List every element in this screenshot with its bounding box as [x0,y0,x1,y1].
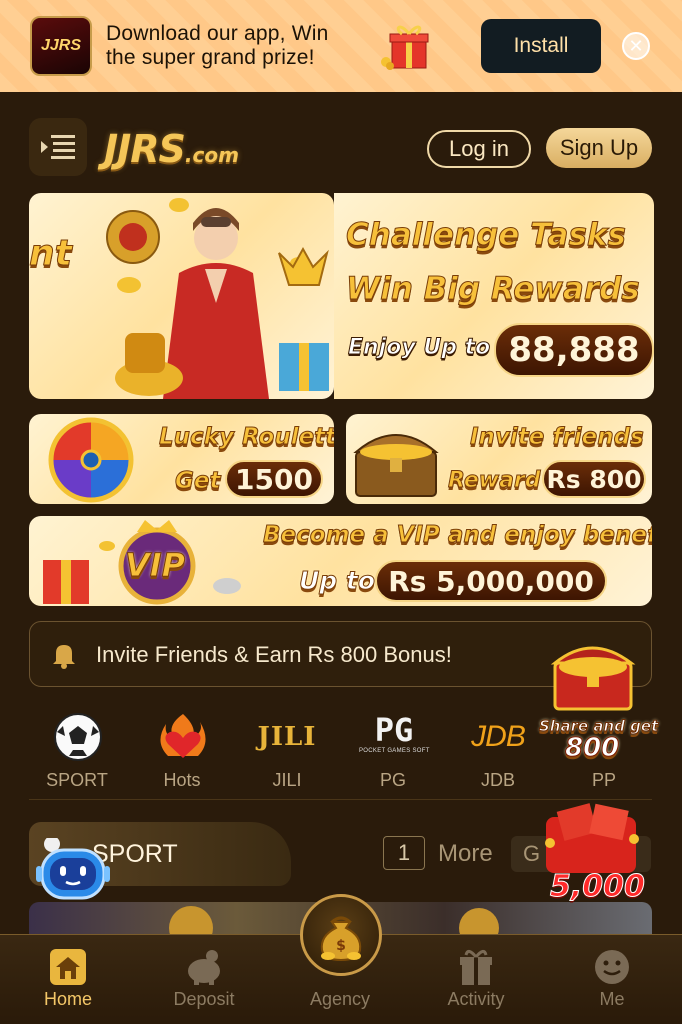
money-bag-icon: $ [320,916,362,962]
category-label: JDB [480,770,515,790]
category-label: PP [591,770,616,790]
header: JJRS.com Log in Sign Up [0,92,682,192]
nav-label: Deposit [173,989,235,1009]
bell-icon [53,645,75,669]
jili-logo-text: JILI [257,722,317,752]
hero-amount: 88,888 [494,323,654,377]
nav-label: Home [43,989,92,1009]
roulette-get-text: Get [174,468,221,495]
promo-invite-friends[interactable]: Invite friends Reward Rs 800 [346,414,652,504]
vip-amount: Rs 5,000,000 [375,560,607,602]
share-and-get-amount: 800 [564,733,620,764]
download-banner-line1: Download our app, Win [106,22,329,45]
nav-deposit[interactable]: Deposit [154,935,254,1024]
download-banner: JJRS Download our app, Win the super gra… [0,0,682,92]
roulette-amount: 1500 [225,460,323,498]
smiley-icon [595,950,629,984]
jdb-logo: JDB [460,712,536,762]
invite-amount: Rs 800 [542,460,646,498]
category-label: PG [379,770,406,790]
menu-button[interactable] [29,118,87,176]
flame-heart-icon [160,714,206,758]
download-banner-text: Download our app, Win the super grand pr… [106,22,376,70]
category-label: JILI [272,770,302,790]
brand-suffix: .com [184,143,239,167]
category-hots[interactable]: Hots [134,708,230,798]
category-sport[interactable]: SPORT [29,708,125,798]
jili-logo: JILI [245,712,329,762]
nav-activity[interactable]: Activity [426,935,526,1024]
login-button[interactable]: Log in [427,130,531,168]
robot-assistant-icon[interactable] [36,838,110,902]
nav-label: Agency [309,989,371,1009]
nav-label: Me [599,989,625,1009]
vip-upto-text: Up to [298,566,376,596]
agency-button[interactable]: $ [300,894,382,976]
treasure-chest-icon [353,434,439,497]
signup-button[interactable]: Sign Up [546,128,652,168]
brand-logo: JJRS.com [104,128,284,170]
app-logo: JJRS [30,16,92,76]
pilot-character-illustration [106,198,329,399]
nav-me[interactable]: Me [562,935,662,1024]
more-link[interactable]: More [438,840,493,868]
jdb-logo-text: JDB [471,720,526,753]
roulette-title: Lucky Roulette [159,424,334,451]
pg-logo-subtext: POCKET GAMES SOFT [359,748,430,754]
vip-title: Become a VIP and enjoy benefits [263,522,652,549]
notice-text: Invite Friends & Earn Rs 800 Bonus! [96,642,452,667]
roulette-wheel-icon [48,417,134,503]
category-label: SPORT [46,770,108,790]
share-and-get-float[interactable]: Share and get 800 [535,633,659,764]
hero-banner-challenge[interactable]: Challenge Tasks Win Big Rewards Enjoy Up… [334,193,654,399]
invite-title: Invite friends [470,424,645,451]
red-envelope-float[interactable]: 5,000 [530,803,652,909]
category-pg[interactable]: PG POCKET GAMES SOFT PG [345,708,441,798]
app-logo-text: JJRS [40,37,82,54]
gift-box-icon [381,25,429,70]
download-banner-line2: the super grand prize! [106,46,315,69]
hero-banner-left[interactable]: nt [29,193,334,399]
install-button[interactable]: Install [481,19,601,73]
category-jili[interactable]: JILI JILI [239,708,335,798]
category-label: Hots [163,770,201,790]
home-icon [50,949,86,985]
red-envelope-amount: 5,000 [550,869,646,905]
promo-lucky-roulette[interactable]: Lucky Roulette Get 1500 [29,414,334,504]
gift-icon [460,950,492,985]
piggy-bank-icon [188,950,220,985]
page-indicator: 1 [383,836,425,870]
invite-reward-text: Reward [448,468,542,494]
menu-icon [41,135,75,159]
close-icon[interactable]: ✕ [622,32,650,60]
promo-vip[interactable]: VIP Become a VIP and enjoy benefits Up t… [29,516,652,606]
brand-name: JJRS [104,127,186,171]
svg-text:$: $ [336,938,346,954]
nav-home[interactable]: Home [18,935,118,1024]
hero-title-line2: Win Big Rewards [346,271,641,308]
treasure-chest-icon [550,646,636,711]
hero-enjoy-text: Enjoy Up to [347,335,491,361]
soccer-ball-icon [54,713,102,761]
category-jdb[interactable]: JDB JDB [450,708,546,798]
vip-badge-text: VIP [124,546,186,585]
pg-logo-text: PG [374,711,414,749]
hero-title-line1: Challenge Tasks [346,217,627,254]
nav-label: Activity [447,989,505,1009]
pg-logo: PG POCKET GAMES SOFT [359,712,429,762]
